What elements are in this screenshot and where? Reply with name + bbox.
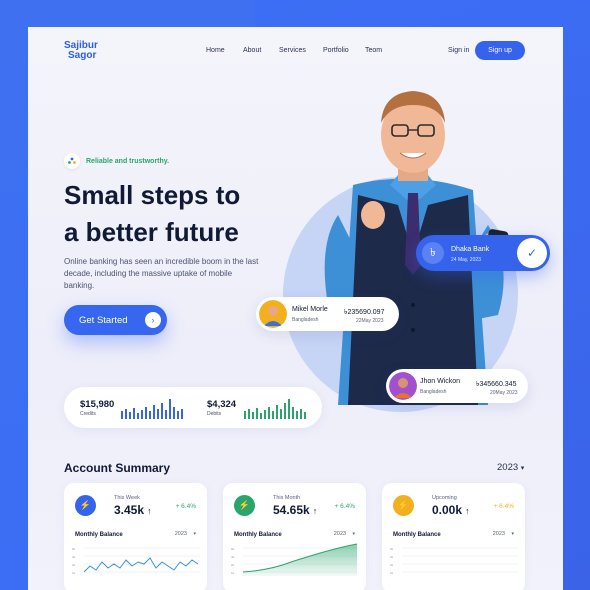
summary-value: 0.00k ↑ <box>432 503 470 517</box>
summary-amount: 0.00k <box>432 503 463 517</box>
stats-pill: $15,980 Credits $4,324 Debits <box>64 387 322 428</box>
summary-percent: + 6.4% <box>175 503 196 510</box>
summary-percent: + 6.4% <box>493 503 514 510</box>
svg-text:4k: 4k <box>231 555 235 559</box>
summary-card-week[interactable]: ⚡ This Week 3.45k ↑ + 6.4% Monthly Balanc… <box>64 483 207 590</box>
lightning-icon: ⚡ <box>234 495 255 516</box>
credits-sparkbars <box>121 399 183 419</box>
summary-amount: 54.65k <box>273 503 310 517</box>
check-icon[interactable]: ✓ <box>517 238 547 268</box>
transaction-country: Bangladesh <box>292 317 319 323</box>
chart-year[interactable]: 2023 <box>334 531 346 537</box>
signin-link[interactable]: Sign in <box>448 47 469 54</box>
transaction-amount: ৳345660.345 <box>476 381 517 388</box>
nav-home[interactable]: Home <box>206 47 225 54</box>
summary-amount: 3.45k <box>114 503 145 517</box>
transaction-country: Bangladesh <box>420 389 447 395</box>
people-icon <box>64 153 80 169</box>
transaction-card[interactable]: Jhon Wickon Bangladesh ৳345660.345 20May… <box>386 369 528 403</box>
svg-text:1k: 1k <box>72 571 76 575</box>
headline-line1: Small steps to <box>64 180 241 210</box>
hero-headline: Small steps to a better future <box>64 177 294 251</box>
year-value: 2023 <box>497 462 519 473</box>
summary-label: This Week <box>114 495 140 501</box>
summary-card-month[interactable]: ⚡ This Month 54.65k ↑ + 6.4% Monthly Bala… <box>223 483 366 590</box>
headline-line2: a better future <box>64 217 239 247</box>
chart-title: Monthly Balance <box>75 532 123 538</box>
arrow-up-icon: ↑ <box>465 506 470 516</box>
svg-text:4k: 4k <box>72 555 76 559</box>
year-dropdown[interactable]: 2023 ▾ <box>497 462 524 473</box>
summary-percent: + 6.4% <box>334 503 355 510</box>
caret-down-icon: ▾ <box>511 531 514 537</box>
summary-label: This Month <box>273 495 301 501</box>
summary-value: 3.45k ↑ <box>114 503 152 517</box>
svg-text:2k: 2k <box>390 563 394 567</box>
transaction-date: 20May 2023 <box>490 390 518 396</box>
arrow-right-icon: › <box>145 312 161 328</box>
hero-description: Online banking has seen an incredible bo… <box>64 257 259 290</box>
nav-about[interactable]: About <box>243 47 261 54</box>
tagline: Reliable and trustworthy. <box>86 158 170 165</box>
debits-label: Debits <box>207 411 222 417</box>
summary-card-upcoming[interactable]: ⚡ Upcoming 0.00k ↑ + 6.4% Monthly Balance… <box>382 483 525 590</box>
transaction-name: Mikel Morle <box>292 306 328 313</box>
arrow-up-icon: ↑ <box>147 506 152 516</box>
svg-text:2k: 2k <box>72 563 76 567</box>
nav-portfolio[interactable]: Portfolio <box>323 47 349 54</box>
account-summary-title: Account Summary <box>64 461 171 475</box>
svg-text:2k: 2k <box>231 563 235 567</box>
arrow-up-icon: ↑ <box>312 506 318 516</box>
taka-icon: ৳ <box>422 242 444 264</box>
svg-text:1k: 1k <box>390 571 394 575</box>
transaction-amount: ৳235690.097 <box>344 309 385 316</box>
debits-value: $4,324 <box>207 399 237 410</box>
summary-label: Upcoming <box>432 495 457 501</box>
transaction-card[interactable]: Mikel Morle Bangladesh ৳235690.097 22May… <box>256 297 399 331</box>
bank-card[interactable]: ৳ Dhaka Bank 24 May, 2023 ✓ <box>416 235 550 271</box>
chart-title: Monthly Balance <box>234 532 282 538</box>
cta-label: Get Started <box>79 314 128 326</box>
svg-text:6k: 6k <box>231 547 235 551</box>
caret-down-icon: ▾ <box>193 531 196 537</box>
chart-year[interactable]: 2023 <box>493 531 505 537</box>
svg-text:6k: 6k <box>390 547 394 551</box>
brand-logo[interactable]: Sajibur Sagor <box>64 41 98 61</box>
logo-line2: Sagor <box>68 50 97 61</box>
get-started-button[interactable]: Get Started › <box>64 305 167 335</box>
credits-value: $15,980 <box>80 399 115 410</box>
lightning-icon: ⚡ <box>393 495 414 516</box>
caret-down-icon: ▾ <box>352 531 355 537</box>
summary-value: 54.65k ↑ <box>273 503 317 517</box>
nav-team[interactable]: Teom <box>365 47 382 54</box>
avatar <box>389 372 417 400</box>
bank-name: Dhaka Bank <box>451 246 490 253</box>
nav-services[interactable]: Services <box>279 47 306 54</box>
signup-button[interactable]: Sign up <box>475 41 525 60</box>
avatar <box>259 300 287 328</box>
monthly-balance-empty-chart: 6k 4k 2k 1k <box>390 547 518 575</box>
monthly-balance-area-chart: 6k 4k 2k 1k <box>231 543 359 576</box>
transaction-name: Jhon Wickon <box>420 378 461 385</box>
svg-text:1k: 1k <box>231 571 235 575</box>
monthly-balance-line-chart: 6k 4k 2k 1k <box>72 547 200 575</box>
chart-year[interactable]: 2023 <box>175 531 187 537</box>
landing-page: Sajibur Sagor Home About Services Portfo… <box>28 27 563 590</box>
svg-text:4k: 4k <box>390 555 394 559</box>
credits-label: Credits <box>80 411 96 417</box>
bank-date: 24 May, 2023 <box>451 257 481 263</box>
svg-text:6k: 6k <box>72 547 76 551</box>
caret-down-icon: ▾ <box>520 465 525 472</box>
chart-title: Monthly Balance <box>393 532 441 538</box>
transaction-date: 22May 2023 <box>356 318 384 324</box>
lightning-icon: ⚡ <box>75 495 96 516</box>
